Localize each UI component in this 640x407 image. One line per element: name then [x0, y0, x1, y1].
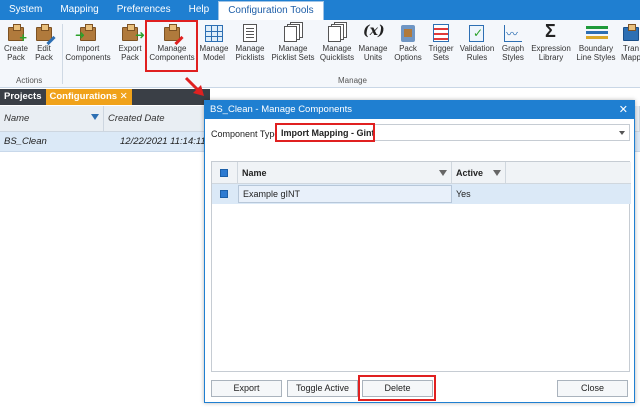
trigger-sets-icon — [430, 23, 452, 43]
export-pack-button[interactable]: ➜ Export Pack — [114, 22, 146, 72]
manage-picklist-sets-label: Manage Picklist Sets — [271, 44, 315, 62]
export-pack-label: Export Pack — [118, 44, 142, 62]
manage-quicklists-label: Manage Quicklists — [319, 44, 355, 62]
pack-options-label: Pack Options — [394, 44, 422, 62]
expression-library-label: Expression Library — [531, 44, 571, 62]
menu-tab-system[interactable]: System — [0, 0, 51, 20]
menu-tab-mapping[interactable]: Mapping — [51, 0, 107, 20]
manage-picklists-label: Manage Picklists — [235, 44, 265, 62]
delete-highlight — [358, 375, 436, 401]
manage-picklists-button[interactable]: Manage Picklists — [232, 22, 268, 72]
column-header-created-label: Created Date — [108, 113, 165, 124]
validation-rules-icon — [466, 23, 488, 43]
manage-quicklists-icon — [326, 23, 348, 43]
create-pack-label: Create Pack — [3, 44, 28, 62]
component-name: Example gINT — [243, 189, 301, 199]
grid-header: Name Active — [212, 162, 631, 184]
filter-icon[interactable] — [91, 114, 99, 120]
column-header-name[interactable]: Name — [0, 106, 104, 132]
red-arrow-icon — [184, 76, 204, 96]
create-pack-icon: + — [5, 23, 27, 44]
boundary-line-styles-icon — [585, 23, 608, 43]
dialog-title-bar: BS_Clean - Manage Components ✕ — [205, 101, 634, 119]
validation-rules-label: Validation Rules — [459, 44, 495, 62]
export-pack-icon: ➜ — [119, 23, 145, 43]
menu-tab-preferences[interactable]: Preferences — [108, 0, 180, 20]
column-header-active[interactable]: Active — [452, 162, 506, 184]
select-all-cell[interactable] — [212, 162, 238, 184]
boundary-line-styles-button[interactable]: Boundary Line Styles — [574, 22, 618, 72]
trigger-sets-button[interactable]: Trigger Sets — [426, 22, 456, 72]
transform-mapping-icon — [620, 23, 640, 43]
component-active: Yes — [456, 189, 471, 199]
manage-quicklists-button[interactable]: Manage Quicklists — [318, 22, 356, 72]
expression-library-button[interactable]: Σ Expression Library — [530, 21, 572, 72]
group-label-actions: Actions — [16, 76, 43, 85]
expression-library-icon: Σ — [545, 21, 556, 41]
graph-styles-button[interactable]: Graph Styles — [498, 22, 528, 72]
graph-styles-label: Graph Styles — [501, 44, 525, 62]
manage-model-label: Manage Model — [199, 44, 229, 62]
component-type-label: Component Type — [211, 129, 280, 139]
tab-configurations[interactable]: Configurations ✕ — [45, 89, 132, 105]
component-name-cell[interactable]: Example gINT — [238, 185, 452, 203]
manage-components-highlight — [145, 20, 198, 72]
menu-tab-configuration-tools[interactable]: Configuration Tools — [218, 1, 324, 20]
table-row[interactable]: Example gINT Yes — [212, 184, 631, 204]
import-components-label: Import Components — [65, 44, 111, 62]
boundary-line-styles-label: Boundary Line Styles — [576, 44, 616, 62]
transform-mapping-label: Tran Mapp — [620, 44, 640, 62]
close-button[interactable]: Close — [557, 380, 628, 397]
manage-components-dialog: BS_Clean - Manage Components ✕ Component… — [204, 100, 635, 403]
edit-pack-label: Edit Pack — [35, 44, 53, 62]
toggle-active-button[interactable]: Toggle Active — [287, 380, 358, 397]
column-header-component-name[interactable]: Name — [238, 162, 452, 184]
create-pack-button[interactable]: + Create Pack — [2, 22, 30, 72]
ribbon: + Create Pack Edit Pack ➜ Import Compone… — [0, 20, 640, 88]
transform-mapping-button[interactable]: Tran Mapp — [620, 22, 640, 72]
pack-options-icon — [397, 23, 419, 43]
import-components-button[interactable]: ➜ Import Components — [63, 22, 113, 72]
trigger-sets-label: Trigger Sets — [428, 44, 454, 62]
pack-options-button[interactable]: Pack Options — [391, 22, 425, 72]
select-all-checkbox[interactable] — [220, 169, 228, 177]
import-components-icon: ➜ — [75, 23, 99, 43]
filter-icon[interactable] — [493, 170, 501, 176]
project-name: BS_Clean — [4, 136, 47, 147]
column-active-label: Active — [456, 168, 484, 178]
manage-picklists-icon — [239, 23, 261, 43]
manage-model-icon — [203, 23, 225, 43]
component-type-highlight — [275, 123, 375, 142]
edit-pack-icon — [33, 23, 56, 46]
chevron-down-icon — [619, 131, 625, 135]
dialog-title: BS_Clean - Manage Components — [210, 104, 353, 115]
close-icon[interactable]: ✕ — [619, 101, 628, 119]
components-grid: Name Active Example gINT Yes — [211, 161, 631, 372]
column-header-name-label: Name — [4, 113, 30, 124]
filter-icon[interactable] — [439, 170, 447, 176]
validation-rules-button[interactable]: Validation Rules — [458, 22, 496, 72]
manage-picklist-sets-button[interactable]: Manage Picklist Sets — [270, 22, 316, 72]
manage-units-icon: (x) — [363, 23, 385, 39]
close-tab-icon[interactable]: ✕ — [120, 91, 128, 102]
manage-units-button[interactable]: (x) Manage Units — [357, 22, 389, 72]
tab-configurations-label: Configurations — [49, 91, 118, 102]
column-name-label: Name — [242, 168, 267, 178]
menu-tab-help[interactable]: Help — [180, 0, 219, 20]
panel-tabs: Projects Configurations ✕ — [0, 89, 210, 105]
group-label-manage: Manage — [338, 76, 367, 85]
manage-units-label: Manage Units — [358, 44, 388, 62]
export-button[interactable]: Export — [211, 380, 282, 397]
graph-styles-icon — [502, 23, 524, 43]
component-active-cell: Yes — [452, 184, 506, 204]
edit-pack-button[interactable]: Edit Pack — [32, 22, 56, 72]
manage-picklist-sets-icon — [282, 23, 304, 43]
manage-model-button[interactable]: Manage Model — [198, 22, 230, 72]
tab-projects[interactable]: Projects — [0, 89, 46, 105]
menu-bar: System Mapping Preferences Help Configur… — [0, 0, 640, 20]
row-checkbox[interactable] — [220, 190, 228, 198]
